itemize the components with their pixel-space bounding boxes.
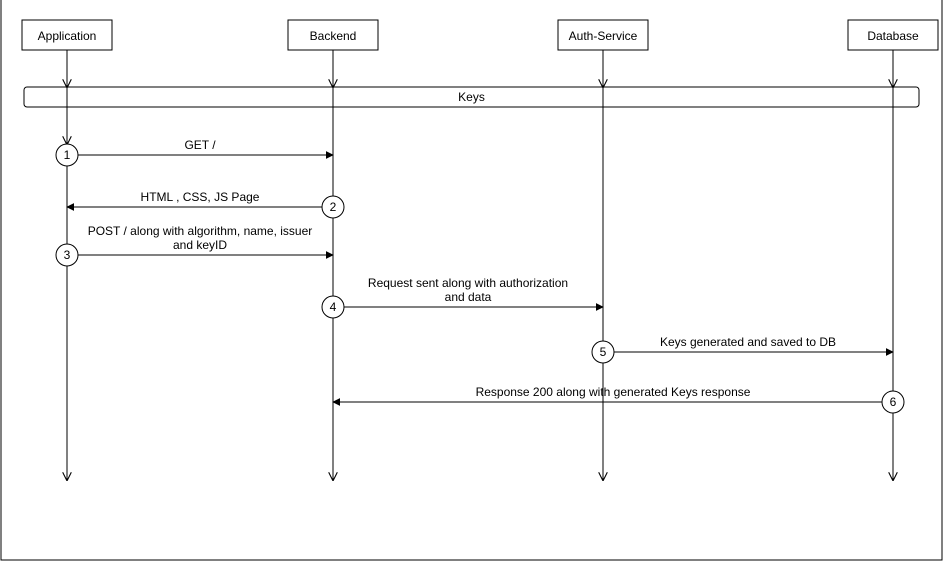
participant-db: Database xyxy=(848,20,938,50)
step-4: Request sent along with authorizationand… xyxy=(322,276,603,318)
svg-text:Response 200 along with genera: Response 200 along with generated Keys r… xyxy=(476,385,751,399)
svg-text:GET /: GET / xyxy=(184,138,216,152)
svg-text:Database: Database xyxy=(867,29,919,43)
svg-text:Backend: Backend xyxy=(310,29,357,43)
step-5: Keys generated and saved to DB 5 xyxy=(592,335,893,363)
svg-text:POST / along with algorithm, n: POST / along with algorithm, name, issue… xyxy=(88,224,313,252)
span-keys: Keys xyxy=(24,87,919,107)
step-1: GET / 1 xyxy=(56,138,333,166)
svg-text:Keys: Keys xyxy=(458,90,485,104)
svg-text:Auth-Service: Auth-Service xyxy=(569,29,638,43)
svg-text:3: 3 xyxy=(64,248,71,262)
svg-text:6: 6 xyxy=(890,395,897,409)
step-2: HTML , CSS, JS Page 2 xyxy=(67,190,344,218)
svg-text:1: 1 xyxy=(64,148,71,162)
participant-auth: Auth-Service xyxy=(558,20,648,50)
svg-text:Request sent along with author: Request sent along with authorizationand… xyxy=(368,276,568,304)
step-3: POST / along with algorithm, name, issue… xyxy=(56,224,333,266)
svg-text:HTML , CSS, JS Page: HTML , CSS, JS Page xyxy=(141,190,260,204)
svg-text:5: 5 xyxy=(600,345,607,359)
svg-text:Keys generated and saved to DB: Keys generated and saved to DB xyxy=(660,335,836,349)
participant-backend: Backend xyxy=(288,20,378,50)
svg-text:2: 2 xyxy=(330,200,337,214)
step-6: Response 200 along with generated Keys r… xyxy=(333,385,904,413)
participant-app: Application xyxy=(22,20,112,50)
svg-text:Application: Application xyxy=(38,29,97,43)
svg-text:4: 4 xyxy=(330,300,337,314)
